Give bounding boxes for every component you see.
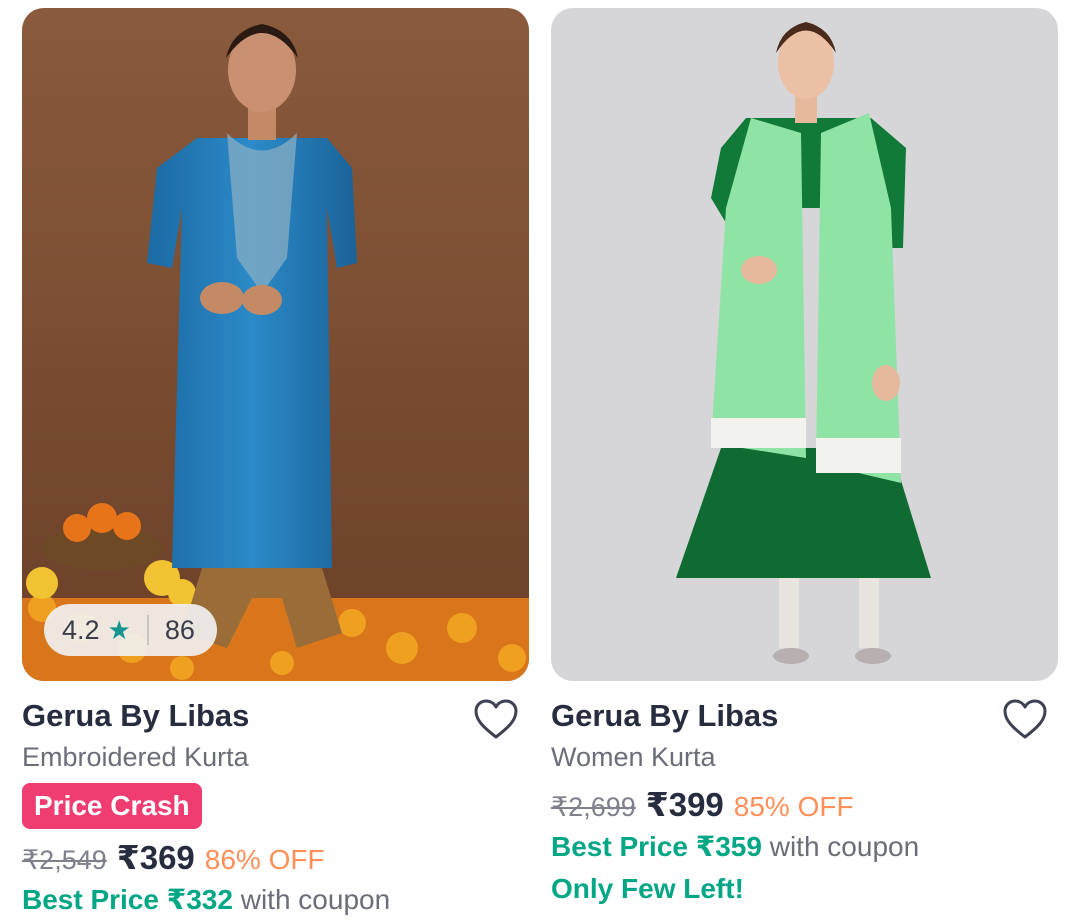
product-image[interactable]: 4.2 ★ 86 bbox=[22, 8, 529, 681]
brand-name: Gerua By Libas bbox=[551, 698, 779, 733]
star-icon: ★ bbox=[107, 615, 131, 645]
rating-divider bbox=[146, 615, 149, 645]
price-row: ₹2,699 ₹399 85% OFF bbox=[551, 785, 854, 824]
heart-outline-icon[interactable] bbox=[1002, 698, 1048, 740]
best-price-value: Best Price ₹359 bbox=[551, 831, 762, 862]
rating-count: 86 bbox=[164, 614, 195, 645]
best-price: Best Price ₹332 with coupon bbox=[22, 883, 390, 916]
best-price-value: Best Price ₹332 bbox=[22, 884, 233, 915]
rating-value: 4.2 bbox=[62, 614, 100, 645]
rating-chip: 4.2 ★ 86 bbox=[44, 604, 217, 656]
product-image[interactable] bbox=[551, 8, 1058, 681]
best-price-suffix: with coupon bbox=[761, 831, 920, 862]
price-row: ₹2,549 ₹369 86% OFF bbox=[22, 838, 325, 877]
product-title: Embroidered Kurta bbox=[22, 742, 249, 772]
product-title: Women Kurta bbox=[551, 742, 716, 772]
product-card-1[interactable]: 4.2 ★ 86 Gerua By Libas Embroidered Kurt… bbox=[22, 8, 529, 915]
best-price-suffix: with coupon bbox=[232, 884, 391, 915]
product-photo-blue-kurta bbox=[22, 8, 529, 681]
product-card-2[interactable]: Gerua By Libas Women Kurta ₹2,699 ₹399 8… bbox=[551, 8, 1058, 904]
best-price: Best Price ₹359 with coupon bbox=[551, 830, 919, 863]
selling-price: ₹369 bbox=[116, 839, 195, 876]
stock-note: Only Few Left! bbox=[551, 873, 744, 904]
discount: 86% OFF bbox=[204, 844, 325, 875]
brand-name: Gerua By Libas bbox=[22, 698, 250, 733]
selling-price: ₹399 bbox=[645, 786, 724, 823]
product-photo-green-kurta bbox=[551, 8, 1058, 681]
mrp: ₹2,699 bbox=[551, 792, 636, 822]
mrp: ₹2,549 bbox=[22, 845, 107, 875]
heart-outline-icon[interactable] bbox=[473, 698, 519, 740]
price-crash-badge: Price Crash bbox=[22, 783, 202, 829]
discount: 85% OFF bbox=[733, 791, 854, 822]
